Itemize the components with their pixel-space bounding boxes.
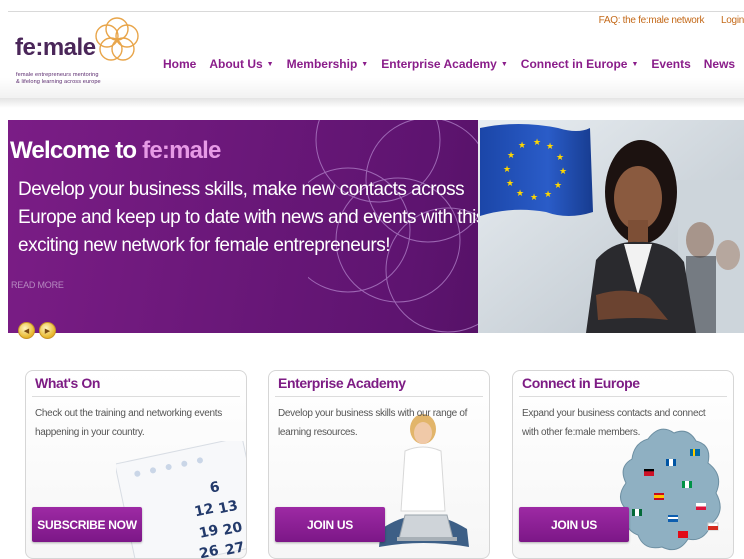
prev-slide-button[interactable]: ◀ [18, 322, 35, 339]
subscribe-now-button[interactable]: SUBSCRIBE NOW [32, 507, 142, 542]
nav-membership[interactable]: Membership ▼ [287, 57, 369, 71]
nav-enterprise-academy[interactable]: Enterprise Academy ▼ [381, 57, 508, 71]
hero-title-prefix: Welcome to [10, 137, 137, 164]
divider [275, 396, 483, 397]
faq-link[interactable]: FAQ: the fe:male network [599, 15, 705, 26]
tagline-line-2: & lifelong learning across europe [16, 79, 101, 85]
svg-text:★: ★ [544, 190, 552, 200]
nav-about-us[interactable]: About Us ▼ [209, 57, 273, 71]
svg-text:★: ★ [556, 153, 564, 163]
whats-on-box: 6 12 13 19 20 26 27 What's On Check out … [25, 370, 247, 559]
join-us-button[interactable]: JOIN US [519, 507, 629, 542]
nav-enterprise-academy-label: Enterprise Academy [381, 57, 497, 71]
chevron-down-icon: ▼ [631, 60, 639, 68]
chevron-down-icon: ▼ [266, 60, 274, 68]
arrow-left-icon: ◀ [23, 327, 30, 335]
svg-text:★: ★ [506, 179, 514, 189]
chevron-down-icon: ▼ [500, 60, 508, 68]
enterprise-academy-box: Enterprise Academy Develop your business… [268, 370, 490, 559]
svg-text:★: ★ [554, 181, 562, 191]
nav-connect-in-europe-label: Connect in Europe [520, 57, 628, 71]
logo-wordmark[interactable]: fe:male [15, 34, 96, 62]
businesswoman-photo: ★ ★★ ★★★ ★★★ ★★★ [478, 120, 744, 333]
nav-news[interactable]: News [704, 57, 735, 71]
box-description: Check out the training and networking ev… [35, 408, 222, 438]
box-title: What's On [35, 375, 101, 391]
chevron-down-icon: ▼ [361, 60, 369, 68]
logo-tagline: female entrepreneurs mentoring & lifelon… [16, 72, 101, 86]
calendar-number: 27 [224, 539, 246, 559]
connect-in-europe-box: Connect in Europe Expand your business c… [512, 370, 734, 559]
arrow-right-icon: ▶ [44, 327, 51, 335]
svg-text:★: ★ [516, 189, 524, 199]
nav-about-us-label: About Us [209, 57, 263, 71]
nav-membership-label: Membership [286, 57, 358, 71]
divider [32, 396, 240, 397]
header-shadow [0, 98, 744, 108]
utility-links: FAQ: the fe:male network Login [585, 15, 744, 26]
nav-events-label: Events [651, 57, 691, 71]
nav-home-label: Home [163, 57, 197, 71]
box-title: Connect in Europe [522, 375, 640, 391]
tagline-line-1: female entrepreneurs mentoring [16, 72, 99, 78]
join-us-button[interactable]: JOIN US [275, 507, 385, 542]
login-link[interactable]: Login [721, 15, 744, 26]
nav-home[interactable]: Home [163, 57, 196, 71]
svg-text:★: ★ [530, 193, 538, 203]
hero-description: Develop your business skills, make new c… [18, 179, 485, 256]
slide-controls: ◀ ▶ [18, 322, 60, 339]
box-title: Enterprise Academy [278, 375, 406, 391]
read-more-link[interactable]: READ MORE [11, 280, 64, 290]
svg-text:★: ★ [533, 138, 541, 148]
nav-connect-in-europe[interactable]: Connect in Europe ▼ [521, 57, 639, 71]
hero-banner: Welcome to fe:male Develop your business… [8, 120, 744, 333]
next-slide-button[interactable]: ▶ [39, 322, 56, 339]
svg-text:★: ★ [503, 165, 511, 175]
svg-text:★: ★ [546, 142, 554, 152]
box-description: Develop your business skills with our ra… [278, 408, 468, 438]
flower-logo-icon[interactable] [91, 14, 143, 66]
divider [519, 396, 727, 397]
svg-text:★: ★ [518, 141, 526, 151]
svg-text:★: ★ [507, 151, 515, 161]
box-description: Expand your business contacts and connec… [522, 408, 706, 438]
calendar-number: 26 [198, 543, 220, 559]
hero-title-accent: fe:male [142, 137, 221, 164]
nav-news-label: News [703, 57, 736, 71]
hero-title: Welcome to fe:male [10, 137, 221, 165]
nav-events[interactable]: Events [651, 57, 690, 71]
main-nav: Home About Us ▼ Membership ▼ Enterprise Ac… [163, 57, 744, 71]
svg-text:★: ★ [559, 167, 567, 177]
